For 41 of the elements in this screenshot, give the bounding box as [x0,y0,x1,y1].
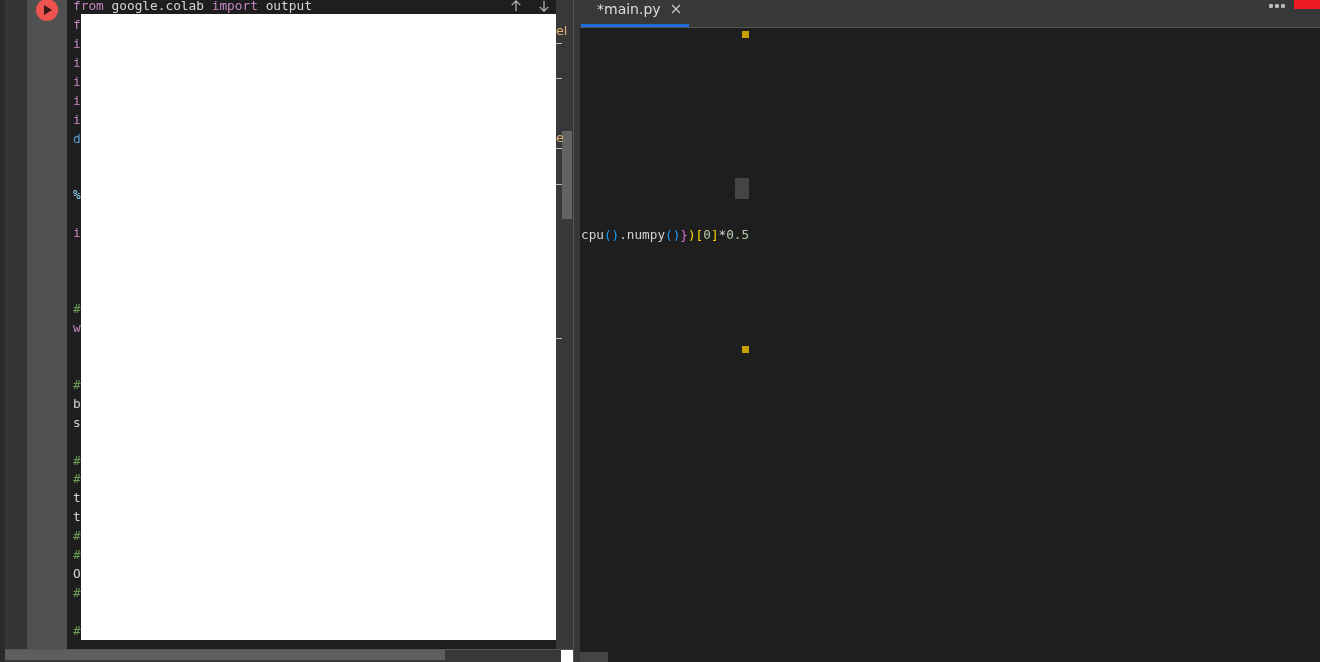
code-line: # [73,376,81,392]
scrollbar-thumb[interactable] [562,131,572,219]
code-line: % [73,187,81,203]
editor-tab[interactable]: *main.py [581,0,689,27]
code-line: O [73,566,81,582]
code-line: # [73,301,81,316]
code-line: i [73,54,81,70]
code-line: from google.colab import output [73,0,312,13]
code-line: cpu().numpy()})[0]*0.5 [581,226,750,244]
cursor-block [735,178,749,199]
code-line: i [73,92,81,108]
code-line: d [73,130,81,146]
code-line: f [73,16,81,32]
code-line: # [73,547,81,563]
code-line: # [73,585,81,601]
code-line: t [73,490,81,506]
code-line: i [73,73,81,89]
marker [742,31,749,38]
code-line: i [73,35,81,51]
code-fragment: el [556,22,569,40]
scrollbar-thumb[interactable] [580,652,608,662]
code-line: t [73,509,81,525]
code-line: w [73,319,81,335]
status-block [1294,0,1320,9]
scrollbar-thumb[interactable] [5,650,445,660]
code-line: # [73,528,81,544]
code-line: i [73,111,81,127]
close-icon[interactable] [670,4,681,14]
code-line: i [73,225,81,241]
code-fragment: e [556,129,565,147]
code-line: # [73,622,81,638]
code-line: # [73,452,81,468]
code-line: # [73,471,81,487]
move-up-icon[interactable] [510,0,522,12]
corner-square [561,650,573,662]
run-button[interactable] [36,0,58,21]
code-line: s [73,414,81,430]
marker [742,346,749,353]
move-down-icon[interactable] [538,0,550,12]
more-icon[interactable] [1268,3,1286,9]
code-line: b [73,395,81,411]
